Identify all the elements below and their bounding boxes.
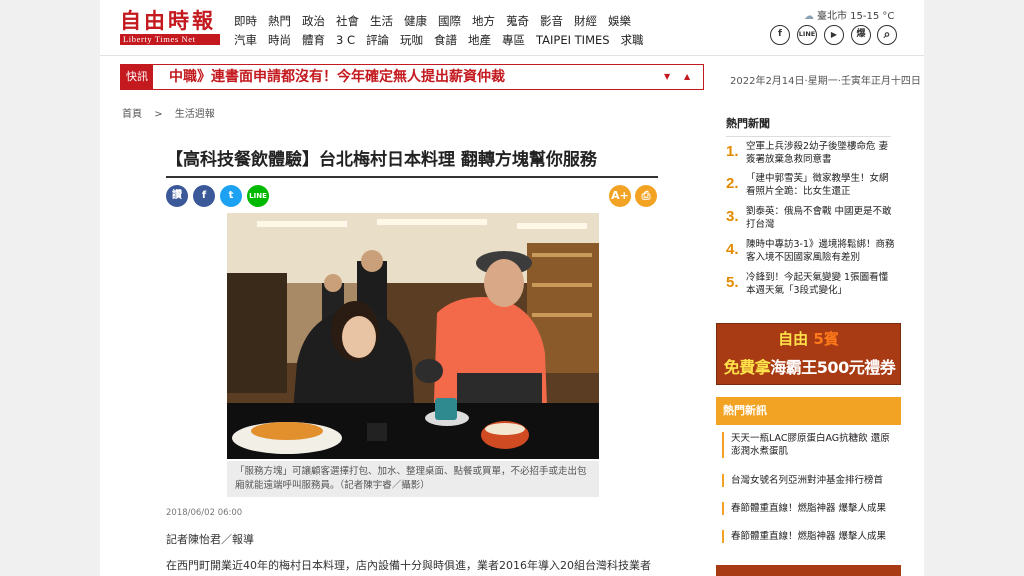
nav-item[interactable]: 即時	[234, 13, 257, 29]
promo-banner-2[interactable]	[716, 565, 901, 576]
nav-item[interactable]: 國際	[438, 13, 461, 29]
hot-news-item[interactable]: 2. 「建中郭雪芙」徵家教學生！女網看照片全跪：比女生還正	[726, 172, 896, 202]
cloud-icon: ☁	[804, 11, 814, 22]
nav-item[interactable]: 3 C	[336, 32, 355, 48]
promo-banner[interactable]: 自由 5賓 免費拿海霸王500元禮券	[716, 323, 901, 385]
hot-news-text[interactable]: 劉泰英：俄烏不會戰 中國更是不敢打台灣	[746, 205, 896, 231]
article-byline: 記者陳怡君／報導	[166, 533, 254, 546]
nav-primary: 即時 熱門 政治 社會 生活 健康 國際 地方 蒐奇 影音 財經 娛樂	[234, 13, 642, 29]
restaurant-photo	[227, 213, 599, 459]
hot-news-item[interactable]: 1. 空軍上兵涉殺2幼子後墜樓命危 妻簽署放棄急救同意書	[726, 140, 896, 170]
banner-free: 免費拿	[723, 358, 771, 377]
twitter-share-icon[interactable]: t	[220, 185, 242, 207]
nav-secondary: 汽車 時尚 體育 3 C 評論 玩咖 食譜 地產 專區 TAIPEI TIMES…	[234, 32, 655, 48]
nav-item[interactable]: 生活	[370, 13, 393, 29]
rank-number: 4.	[726, 241, 739, 258]
nav-item[interactable]: 地產	[468, 32, 491, 48]
nav-item[interactable]: 地方	[472, 13, 495, 29]
nav-item[interactable]: 娛樂	[608, 13, 631, 29]
weather-widget[interactable]: ☁ 臺北市 15-15 °C	[804, 7, 894, 22]
nav-item[interactable]: 玩咖	[400, 32, 423, 48]
nav-item[interactable]: 食譜	[434, 32, 457, 48]
article-headline: 【高科技餐飲體驗】台北梅村日本料理 翻轉方塊幫你服務	[166, 145, 658, 178]
article-photo	[227, 213, 599, 459]
breadcrumb-section[interactable]: 生活週報	[175, 109, 215, 120]
ticker-tag: 快訊	[121, 65, 153, 89]
hot-flash-item[interactable]: 台灣女號名列亞洲對沖基金排行榜首	[722, 474, 898, 487]
line-icon[interactable]: LINE	[797, 25, 817, 45]
hot-news-text[interactable]: 「建中郭雪芙」徵家教學生！女網看照片全跪：比女生還正	[746, 172, 896, 198]
banner-brand: 自由	[778, 330, 809, 348]
nav-item[interactable]: 汽車	[234, 32, 257, 48]
chevron-down-icon[interactable]: ▼	[664, 65, 670, 89]
hot-flash-title: 熱門新訊	[716, 397, 901, 425]
photo-caption: 「服務方塊」可讓顧客選擇打包、加水、整理桌面、點餐或買單，不必招手或走出包廂就能…	[227, 461, 599, 497]
nav-item[interactable]: 財經	[574, 13, 597, 29]
chevron-up-icon[interactable]: ▲	[684, 65, 690, 89]
current-date: 2022年2月14日·星期一·壬寅年正月十四日	[730, 76, 921, 87]
hot-news-item[interactable]: 5. 冷鋒到！今起天氣變變 1張圖看懂本週天氣「3段式變化」	[726, 271, 896, 301]
page: 自由時報 Liberty Times Net 即時 熱門 政治 社會 生活 健康…	[100, 0, 924, 576]
rank-number: 2.	[726, 175, 739, 192]
hot-news-item[interactable]: 4. 陳時中專訪3-1》邊境將鬆綁！商務客入境不因國家風險有差別	[726, 238, 896, 268]
facebook-share-icon[interactable]: f	[193, 185, 215, 207]
nav-item[interactable]: 政治	[302, 13, 325, 29]
rank-number: 5.	[726, 274, 739, 291]
nav-item[interactable]: 求職	[621, 32, 644, 48]
nav-item[interactable]: 體育	[302, 32, 325, 48]
banner-line2: 免費拿海霸王500元禮券	[721, 354, 898, 378]
breadcrumb-separator: >	[154, 109, 163, 120]
nav-item[interactable]: 蒐奇	[506, 13, 529, 29]
nav-item[interactable]: 熱門	[268, 13, 291, 29]
weather-text: 臺北市 15-15 °C	[817, 11, 895, 22]
hot-news-title: 熱門新聞	[726, 115, 891, 137]
hot-flash-item[interactable]: 春節體重直線！燃脂神器 爆擊人成果	[722, 502, 898, 515]
rank-number: 1.	[726, 143, 739, 160]
banner-offer: 海霸王500元禮券	[770, 358, 896, 377]
facebook-icon[interactable]: f	[770, 25, 790, 45]
hot-news-text[interactable]: 陳時中專訪3-1》邊境將鬆綁！商務客入境不因國家風險有差別	[746, 238, 896, 264]
nav-item[interactable]: 時尚	[268, 32, 291, 48]
logo-chinese: 自由時報	[120, 8, 216, 33]
breaking-news-ticker: 快訊 中職》連書面申請都沒有！今年確定無人提出薪資仲裁 ▼ ▲	[120, 64, 704, 90]
ticker-headline[interactable]: 中職》連書面申請都沒有！今年確定無人提出薪資仲裁	[169, 65, 505, 89]
youtube-icon[interactable]: ▶	[824, 25, 844, 45]
hot-news-text[interactable]: 空軍上兵涉殺2幼子後墜樓命危 妻簽署放棄急救同意書	[746, 140, 896, 166]
breadcrumb-home[interactable]: 首頁	[122, 109, 142, 120]
explode-icon[interactable]: 爆	[851, 25, 871, 45]
hot-flash-item[interactable]: 天天一瓶LAC膠原蛋白AG抗糖飲 還原澎潤水煮蛋肌	[722, 432, 898, 458]
print-icon[interactable]: ⎙	[635, 185, 657, 207]
rank-number: 3.	[726, 208, 739, 225]
search-icon[interactable]: ⌕	[877, 25, 897, 45]
nav-item[interactable]: 專區	[502, 32, 525, 48]
hot-news-item[interactable]: 3. 劉泰英：俄烏不會戰 中國更是不敢打台灣	[726, 205, 896, 235]
nav-item[interactable]: 評論	[366, 32, 389, 48]
banner-badge: 5賓	[813, 330, 839, 348]
article: 【高科技餐飲體驗】台北梅村日本料理 翻轉方塊幫你服務 讚 f t LINE A+…	[148, 125, 678, 576]
nav-item[interactable]: TAIPEI TIMES	[536, 32, 610, 48]
hot-news-text[interactable]: 冷鋒到！今起天氣變變 1張圖看懂本週天氣「3段式變化」	[746, 271, 896, 297]
like-icon[interactable]: 讚	[166, 185, 188, 207]
site-header: 自由時報 Liberty Times Net 即時 熱門 政治 社會 生活 健康…	[100, 0, 924, 56]
nav-item[interactable]: 健康	[404, 13, 427, 29]
line-share-icon[interactable]: LINE	[247, 185, 269, 207]
logo-english: Liberty Times Net	[120, 34, 220, 45]
nav-item[interactable]: 影音	[540, 13, 563, 29]
article-paragraph: 在西門町開業近40年的梅村日本料理，店內設備十分與時俱進，業者2016年導入20…	[166, 559, 651, 572]
site-logo[interactable]: 自由時報 Liberty Times Net	[120, 8, 220, 48]
nav-item[interactable]: 社會	[336, 13, 359, 29]
hot-flash-item[interactable]: 春節體重直線！燃脂神器 爆擊人成果	[722, 530, 898, 543]
hot-flash-panel: 熱門新訊 天天一瓶LAC膠原蛋白AG抗糖飲 還原澎潤水煮蛋肌 台灣女號名列亞洲對…	[716, 397, 901, 557]
breadcrumb: 首頁 > 生活週報	[122, 105, 224, 120]
banner-line1: 自由 5賓	[717, 328, 900, 349]
hot-news-panel: 熱門新聞 1. 空軍上兵涉殺2幼子後墜樓命危 妻簽署放棄急救同意書 2. 「建中…	[716, 105, 901, 311]
publish-timestamp: 2018/06/02 06:00	[166, 508, 243, 518]
font-size-icon[interactable]: A+	[609, 185, 631, 207]
